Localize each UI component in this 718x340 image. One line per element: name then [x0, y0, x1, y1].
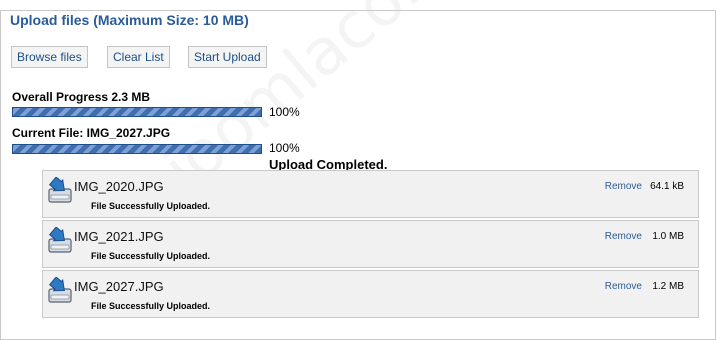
file-list-item: IMG_2027.JPG File Successfully Uploaded.…: [42, 270, 699, 318]
remove-file-link[interactable]: Remove: [605, 231, 642, 243]
current-file-progress-bar: [12, 144, 262, 154]
upload-arrow-icon: [48, 277, 72, 303]
remove-file-link[interactable]: Remove: [605, 181, 642, 193]
current-file-label: Current File: IMG_2027.JPG: [12, 126, 171, 140]
upload-arrow-icon: [48, 227, 72, 253]
file-status: File Successfully Uploaded.: [91, 301, 211, 311]
start-upload-button[interactable]: Start Upload: [188, 46, 267, 68]
overall-progress-fill: [13, 108, 261, 116]
file-list-item: IMG_2021.JPG File Successfully Uploaded.…: [42, 220, 699, 268]
clear-list-button[interactable]: Clear List: [107, 46, 170, 68]
file-size: 1.0 MB: [652, 231, 684, 242]
file-size: 1.2 MB: [652, 281, 684, 292]
file-status: File Successfully Uploaded.: [91, 201, 211, 211]
file-list: IMG_2020.JPG File Successfully Uploaded.…: [42, 170, 699, 320]
overall-progress-percent: 100%: [269, 105, 300, 119]
panel-title: Upload files (Maximum Size: 10 MB): [7, 12, 252, 28]
current-file-progress-percent: 100%: [269, 141, 300, 155]
file-status: File Successfully Uploaded.: [91, 251, 211, 261]
remove-file-link[interactable]: Remove: [605, 281, 642, 293]
upload-arrow-icon: [48, 177, 72, 203]
file-size: 64.1 kB: [650, 181, 684, 192]
overall-progress-label: Overall Progress 2.3 MB: [12, 90, 151, 104]
file-name: IMG_2027.JPG: [74, 279, 164, 294]
file-name: IMG_2020.JPG: [74, 179, 164, 194]
file-name: IMG_2021.JPG: [74, 229, 164, 244]
browse-files-button[interactable]: Browse files: [11, 46, 88, 68]
current-file-progress-fill: [13, 145, 261, 153]
file-list-item: IMG_2020.JPG File Successfully Uploaded.…: [42, 170, 699, 218]
overall-progress-bar: [12, 107, 262, 117]
